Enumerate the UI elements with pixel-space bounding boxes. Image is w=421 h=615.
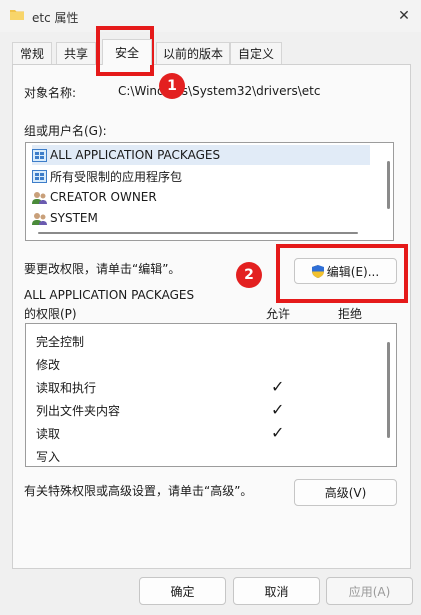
allow-column-header: 允许	[266, 307, 291, 321]
users-icon	[32, 212, 47, 225]
permission-row-read: 读取	[36, 427, 61, 441]
object-name-label: 对象名称:	[24, 86, 77, 100]
tab-general[interactable]: 常规	[12, 42, 52, 64]
permission-row-read-execute: 读取和执行	[36, 381, 97, 395]
tab-customize[interactable]: 自定义	[230, 42, 282, 64]
edit-hint: 要更改权限，请单击“编辑”。	[24, 262, 181, 276]
users-icon	[32, 191, 47, 204]
object-name-value: C:\Windows\System32\drivers\etc	[118, 84, 321, 98]
permission-row-modify: 修改	[36, 358, 61, 372]
deny-column-header: 拒绝	[338, 307, 363, 321]
allow-check-icon: ✓	[271, 423, 285, 442]
folder-icon	[10, 9, 24, 20]
close-button[interactable]: ✕	[392, 4, 416, 28]
step-badge-2: 2	[236, 262, 262, 288]
app-packages-icon	[32, 169, 47, 183]
list-item[interactable]: SYSTEM	[32, 208, 98, 228]
permissions-vertical-scrollbar[interactable]	[387, 342, 390, 438]
groups-listbox[interactable]: ALL APPLICATION PACKAGES 所有受限制的应用程序包 CRE…	[25, 142, 394, 241]
groups-vertical-scrollbar[interactable]	[387, 161, 390, 209]
list-item[interactable]: CREATOR OWNER	[32, 187, 157, 207]
app-packages-icon	[32, 148, 47, 162]
permissions-for-label-line2: 的权限(P)	[24, 307, 77, 321]
close-icon: ✕	[398, 8, 410, 24]
tab-security[interactable]: 安全	[102, 39, 152, 65]
allow-check-icon: ✓	[271, 400, 285, 419]
permission-row-full-control: 完全控制	[36, 335, 85, 349]
apply-button[interactable]: 应用(A)	[326, 577, 413, 605]
advanced-button[interactable]: 高级(V)	[294, 479, 397, 506]
groups-horizontal-scrollbar[interactable]	[38, 232, 358, 234]
security-panel: 对象名称: C:\Windows\System32\drivers\etc 组或…	[12, 64, 411, 569]
advanced-hint: 有关特殊权限或高级设置，请单击“高级”。	[24, 484, 253, 498]
list-item[interactable]: 所有受限制的应用程序包	[32, 166, 182, 186]
permission-row-write: 写入	[36, 450, 61, 464]
tab-sharing[interactable]: 共享	[56, 42, 96, 64]
cancel-button[interactable]: 取消	[233, 577, 320, 605]
tab-previous-versions[interactable]: 以前的版本	[156, 42, 230, 64]
highlight-edit-button	[276, 244, 408, 303]
permissions-for-label-line1: ALL APPLICATION PACKAGES	[24, 288, 195, 302]
allow-check-icon: ✓	[271, 377, 285, 396]
window-title: etc 属性	[32, 11, 79, 25]
permission-row-list-folder: 列出文件夹内容	[36, 404, 121, 418]
groups-label: 组或用户名(G):	[24, 124, 107, 138]
permissions-listbox[interactable]: 完全控制 修改 读取和执行 ✓ 列出文件夹内容 ✓ 读取 ✓ 写入	[25, 323, 397, 467]
list-item[interactable]: ALL APPLICATION PACKAGES	[32, 145, 370, 165]
ok-button[interactable]: 确定	[139, 577, 226, 605]
step-badge-1: 1	[159, 73, 185, 99]
